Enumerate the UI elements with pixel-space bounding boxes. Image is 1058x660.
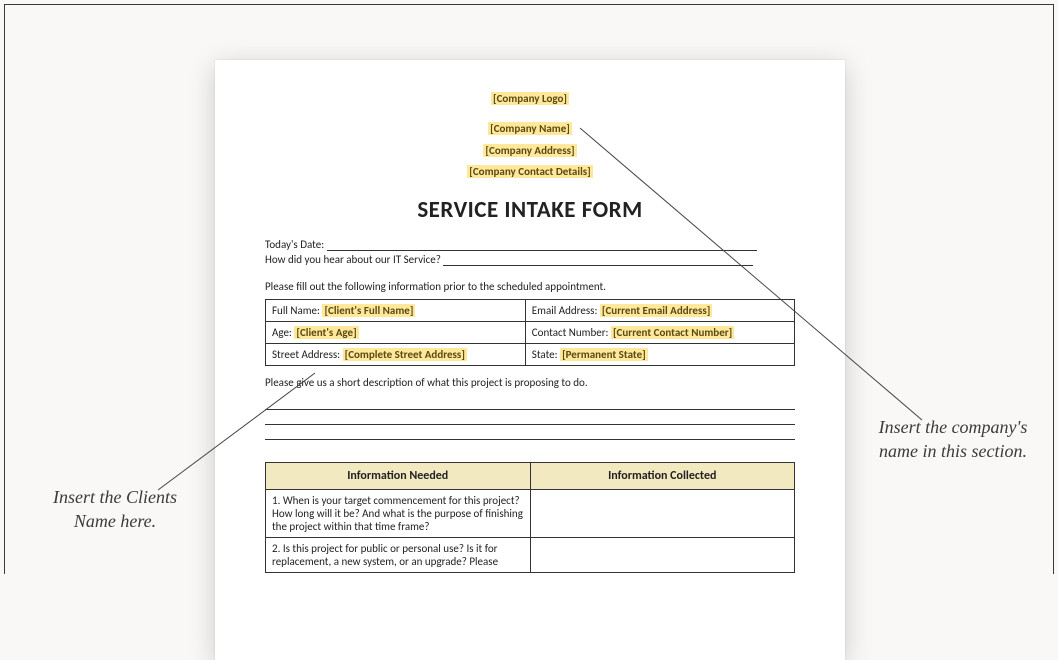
state-placeholder: [Permanent State] [560, 348, 648, 361]
age-label: Age: [272, 326, 292, 339]
table-row: 1. When is your target commencement for … [266, 489, 795, 537]
company-header: [Company Logo] [Company Name] [Company A… [265, 88, 795, 224]
company-address-placeholder: [Company Address] [483, 144, 576, 157]
street-label: Street Address: [272, 348, 340, 361]
street-placeholder: [Complete Street Address] [343, 348, 467, 361]
todays-date-label: Today's Date: [265, 238, 324, 251]
company-contact-placeholder: [Company Contact Details] [467, 165, 592, 178]
table-row: Age: [Client's Age] Contact Number: [Cur… [266, 321, 795, 343]
age-placeholder: [Client's Age] [294, 326, 358, 339]
fill-instruction: Please fill out the following informatio… [265, 280, 795, 293]
email-label: Email Address: [532, 304, 598, 317]
table-row: Street Address: [Complete Street Address… [266, 343, 795, 365]
info-needed-cell-2: 2. Is this project for public or persona… [266, 537, 531, 572]
hear-about-row: How did you hear about our IT Service? [265, 253, 795, 266]
hear-about-line [443, 255, 753, 266]
info-needed-cell-1: 1. When is your target commencement for … [266, 489, 531, 537]
info-needed-table: Information Needed Information Collected… [265, 462, 795, 573]
company-logo-placeholder: [Company Logo] [491, 92, 569, 105]
company-block: [Company Name] [Company Address] [Compan… [265, 117, 795, 182]
todays-date-line [327, 240, 757, 251]
table-row: 2. Is this project for public or persona… [266, 537, 795, 572]
description-lines [265, 395, 795, 440]
client-info-table: Full Name: [Client's Full Name] Email Ad… [265, 299, 795, 366]
info-collected-cell-2 [530, 537, 795, 572]
form-title: SERVICE INTAKE FORM [265, 196, 795, 224]
contact-cell: Contact Number: [Current Contact Number] [525, 321, 794, 343]
full-name-label: Full Name: [272, 304, 320, 317]
table-row: Full Name: [Client's Full Name] Email Ad… [266, 299, 795, 321]
annotation-company-name: Insert the company's name in this sectio… [878, 415, 1028, 464]
todays-date-row: Today's Date: [265, 238, 795, 251]
contact-placeholder: [Current Contact Number] [611, 326, 734, 339]
state-cell: State: [Permanent State] [525, 343, 794, 365]
info-collected-header: Information Collected [530, 462, 795, 489]
hear-about-label: How did you hear about our IT Service? [265, 253, 441, 266]
full-name-placeholder: [Client's Full Name] [322, 304, 415, 317]
contact-label: Contact Number: [532, 326, 609, 339]
annotation-client-name: Insert the Clients Name here. [40, 485, 190, 534]
email-cell: Email Address: [Current Email Address] [525, 299, 794, 321]
description-prompt: Please give us a short description of wh… [265, 376, 795, 389]
company-name-placeholder: [Company Name] [488, 122, 572, 135]
email-placeholder: [Current Email Address] [600, 304, 712, 317]
info-collected-cell-1 [530, 489, 795, 537]
age-cell: Age: [Client's Age] [266, 321, 526, 343]
full-name-cell: Full Name: [Client's Full Name] [266, 299, 526, 321]
document-page: [Company Logo] [Company Name] [Company A… [215, 60, 845, 660]
table-header-row: Information Needed Information Collected [266, 462, 795, 489]
info-needed-header: Information Needed [266, 462, 531, 489]
state-label: State: [532, 348, 558, 361]
street-cell: Street Address: [Complete Street Address… [266, 343, 526, 365]
